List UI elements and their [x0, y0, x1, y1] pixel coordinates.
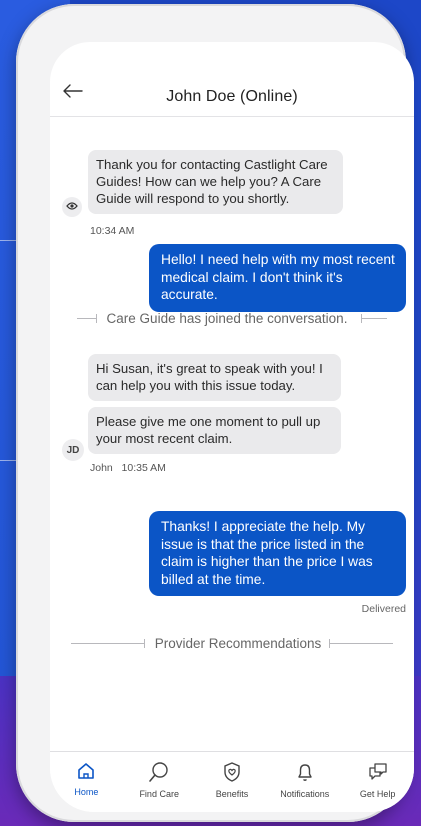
chat-screen: John Doe (Online) Thank you for contacti… — [50, 42, 414, 812]
message-user-claim-help: Hello! I need help with my most recent m… — [149, 244, 406, 312]
nav-label: Home — [74, 787, 99, 797]
search-icon — [148, 761, 170, 783]
nav-notifications[interactable]: Notifications — [268, 752, 341, 812]
nav-label: Benefits — [215, 789, 249, 799]
nav-label: Get Help — [359, 789, 396, 799]
bell-icon — [295, 761, 315, 783]
divider-line — [70, 639, 145, 648]
guide-initials-avatar: JD — [62, 439, 84, 461]
divider-line — [76, 314, 97, 323]
system-message-recommendations: Provider Recommendations — [50, 636, 414, 651]
nav-benefits[interactable]: Benefits — [196, 752, 269, 812]
section-label: Provider Recommendations — [154, 636, 322, 651]
care-guide-avatar — [62, 197, 82, 217]
chat-header: John Doe (Online) — [50, 42, 414, 117]
message-list[interactable]: Thank you for contacting Castlight Care … — [50, 117, 414, 751]
delivery-status: Delivered — [361, 603, 406, 615]
system-message-joined: Care Guide has joined the conversation. — [50, 311, 414, 326]
nav-get-help[interactable]: Get Help — [341, 752, 414, 812]
divider-line — [329, 639, 394, 648]
eye-logo-icon — [66, 201, 78, 214]
shield-heart-icon — [222, 761, 242, 783]
page-title: John Doe (Online) — [166, 88, 298, 105]
message-agent-welcome: Thank you for contacting Castlight Care … — [88, 150, 343, 214]
nav-label: Notifications — [280, 789, 330, 799]
message-timestamp: 10:34 AM — [90, 225, 135, 237]
phone-frame: John Doe (Online) Thank you for contacti… — [16, 4, 414, 822]
nav-home[interactable]: Home — [50, 752, 123, 812]
message-user-price-issue: Thanks! I appreciate the help. My issue … — [149, 511, 406, 596]
system-message-text: Care Guide has joined the conversation. — [106, 311, 348, 326]
message-sender-time: John 10:35 AM — [90, 462, 166, 474]
nav-find-care[interactable]: Find Care — [123, 752, 196, 812]
divider-line — [361, 314, 388, 323]
message-guide-greeting: Hi Susan, it's great to speak with you! … — [88, 354, 341, 401]
bottom-navigation: Home Find Care Benefits Notifications Ge… — [50, 751, 414, 812]
home-icon — [76, 761, 96, 781]
message-guide-pulling-claim: Please give me one moment to pull up you… — [88, 407, 341, 454]
chat-bubbles-icon — [367, 761, 389, 783]
nav-label: Find Care — [139, 789, 179, 799]
